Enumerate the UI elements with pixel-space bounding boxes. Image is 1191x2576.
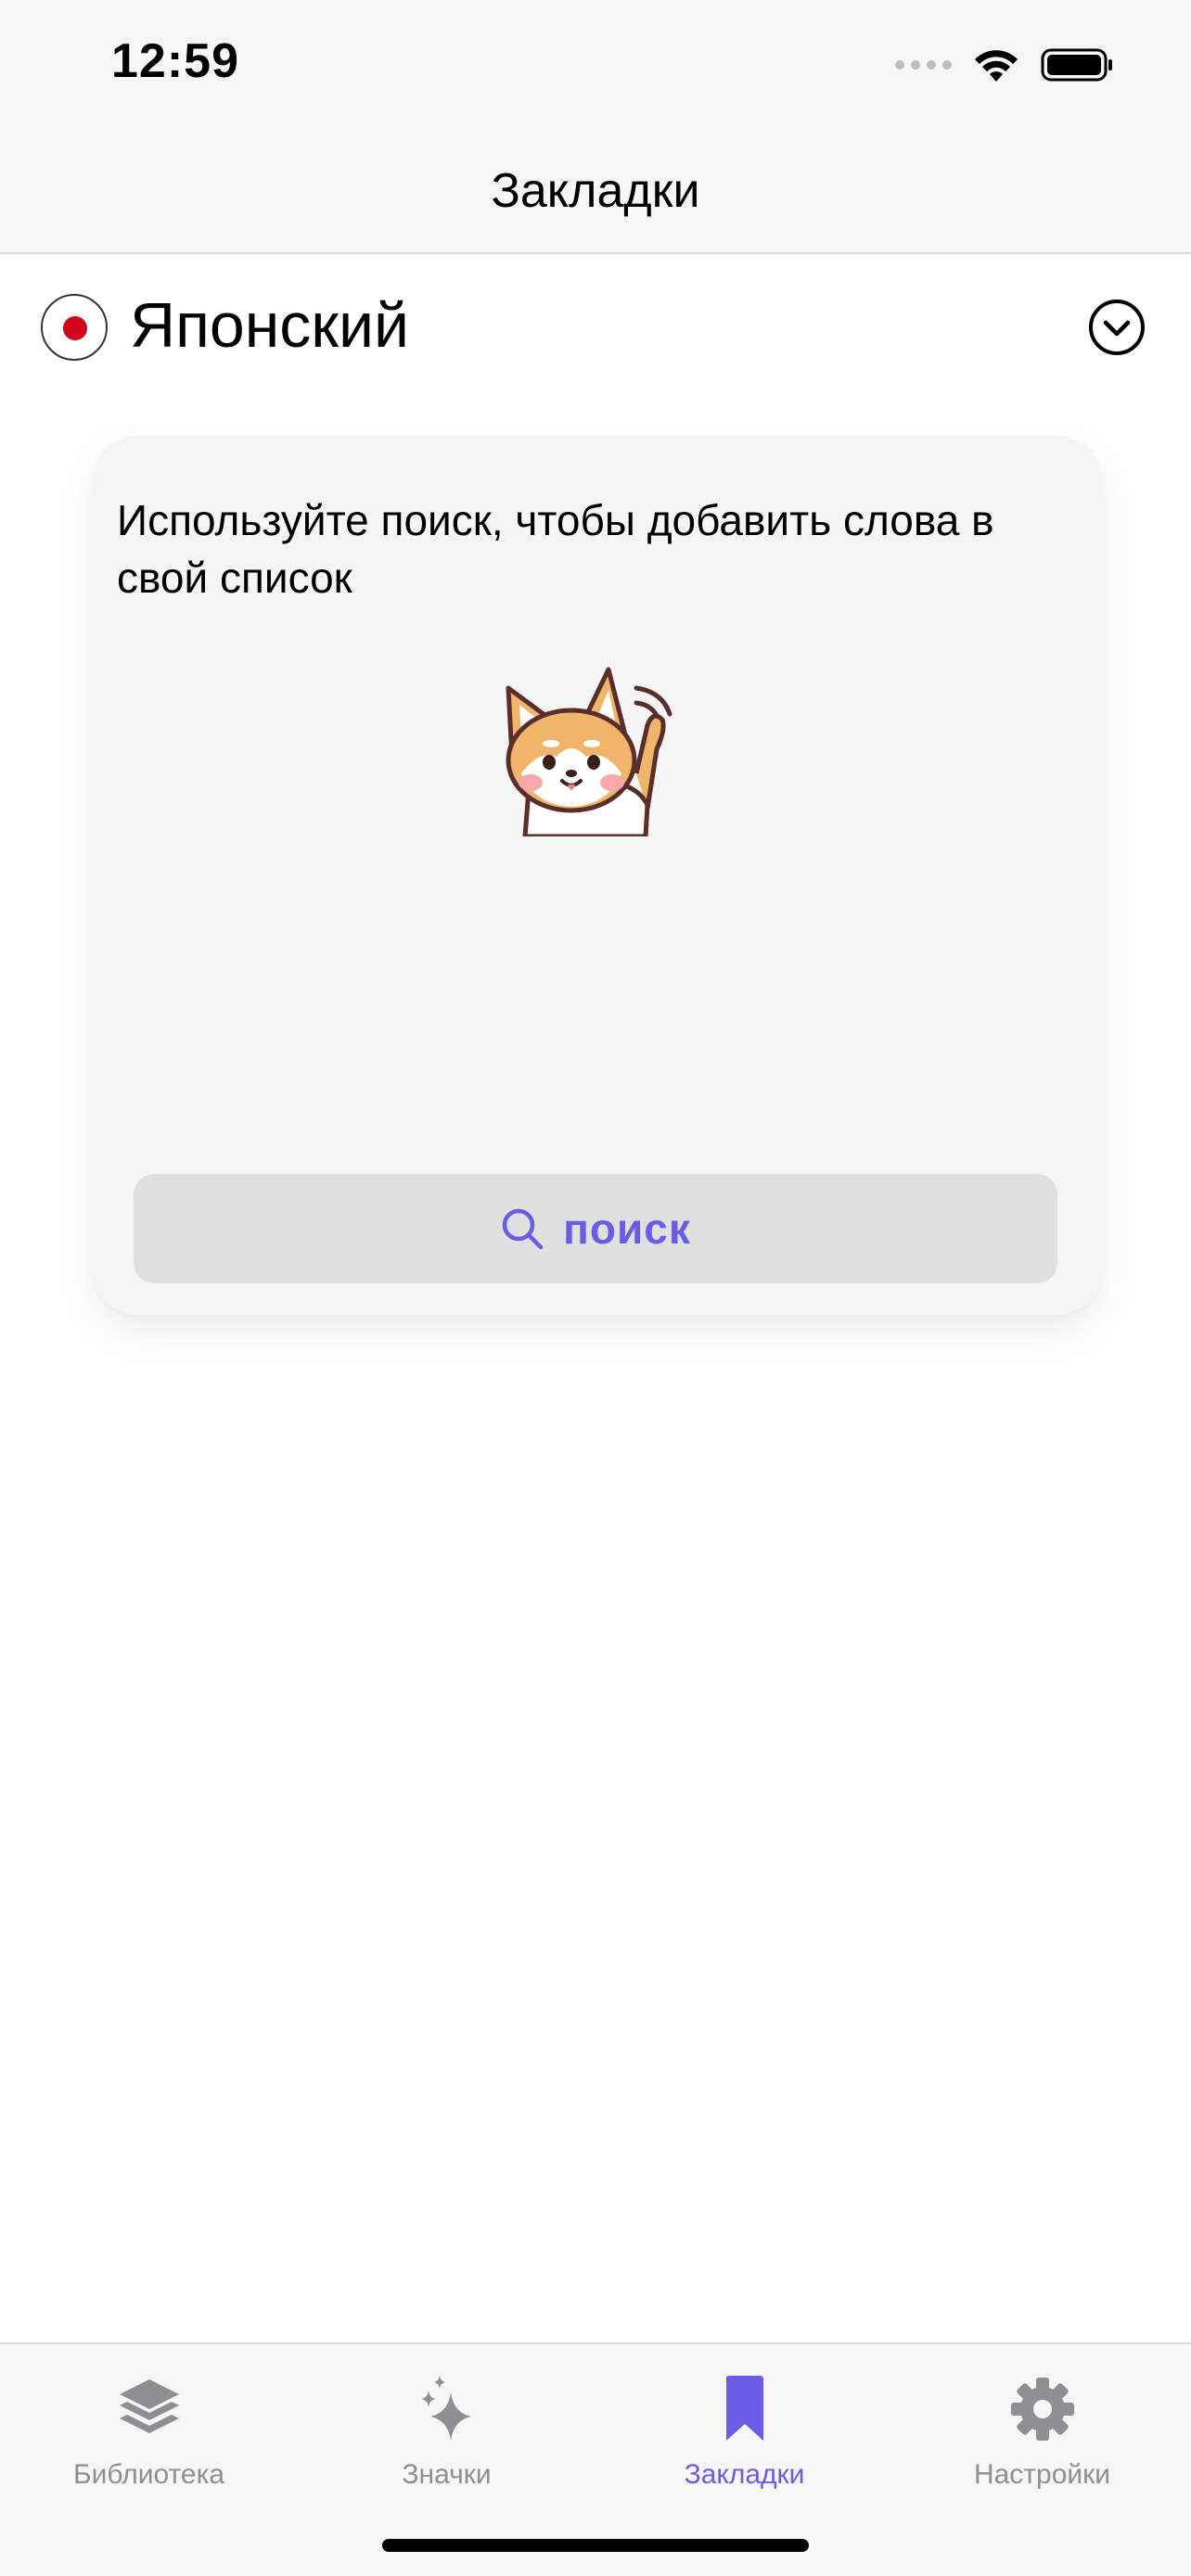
japan-flag-icon bbox=[41, 294, 108, 361]
gear-icon bbox=[1010, 2378, 1074, 2441]
cellular-signal-icon bbox=[895, 60, 952, 70]
language-label: Японский bbox=[130, 290, 410, 361]
tab-bookmarks[interactable]: Закладки bbox=[596, 2344, 893, 2511]
tab-badges[interactable]: Значки bbox=[298, 2344, 596, 2511]
tab-library[interactable]: Библиотека bbox=[0, 2344, 298, 2511]
chevron-down-circle-icon[interactable] bbox=[1087, 298, 1146, 357]
search-button-label: поиск bbox=[563, 1205, 691, 1253]
tab-label: Закладки bbox=[684, 2459, 805, 2490]
search-icon bbox=[502, 1208, 544, 1250]
battery-icon bbox=[1041, 48, 1112, 82]
tab-label: Значки bbox=[402, 2459, 492, 2490]
home-indicator[interactable] bbox=[382, 2539, 809, 2552]
navigation-bar: Закладки bbox=[0, 139, 1191, 254]
sparkles-icon bbox=[420, 2376, 471, 2441]
status-bar: 12:59 bbox=[0, 0, 1191, 139]
status-time: 12:59 bbox=[111, 34, 239, 88]
search-button[interactable]: поиск bbox=[134, 1174, 1057, 1283]
stack-icon bbox=[119, 2379, 179, 2433]
empty-state-message: Используйте поиск, чтобы добавить слова … bbox=[117, 496, 994, 602]
shiba-mascot-illustration bbox=[506, 667, 672, 836]
bookmark-icon bbox=[725, 2376, 763, 2441]
empty-state-card: Используйте поиск, чтобы добавить слова … bbox=[93, 436, 1102, 1315]
tab-settings[interactable]: Настройки bbox=[893, 2344, 1191, 2511]
page-title: Закладки bbox=[491, 164, 700, 218]
tab-label: Настройки bbox=[973, 2459, 1111, 2490]
status-icons bbox=[895, 46, 1115, 83]
tab-label: Библиотека bbox=[72, 2459, 225, 2490]
wifi-icon bbox=[975, 50, 1018, 82]
language-selector[interactable]: Японский bbox=[0, 254, 1191, 402]
